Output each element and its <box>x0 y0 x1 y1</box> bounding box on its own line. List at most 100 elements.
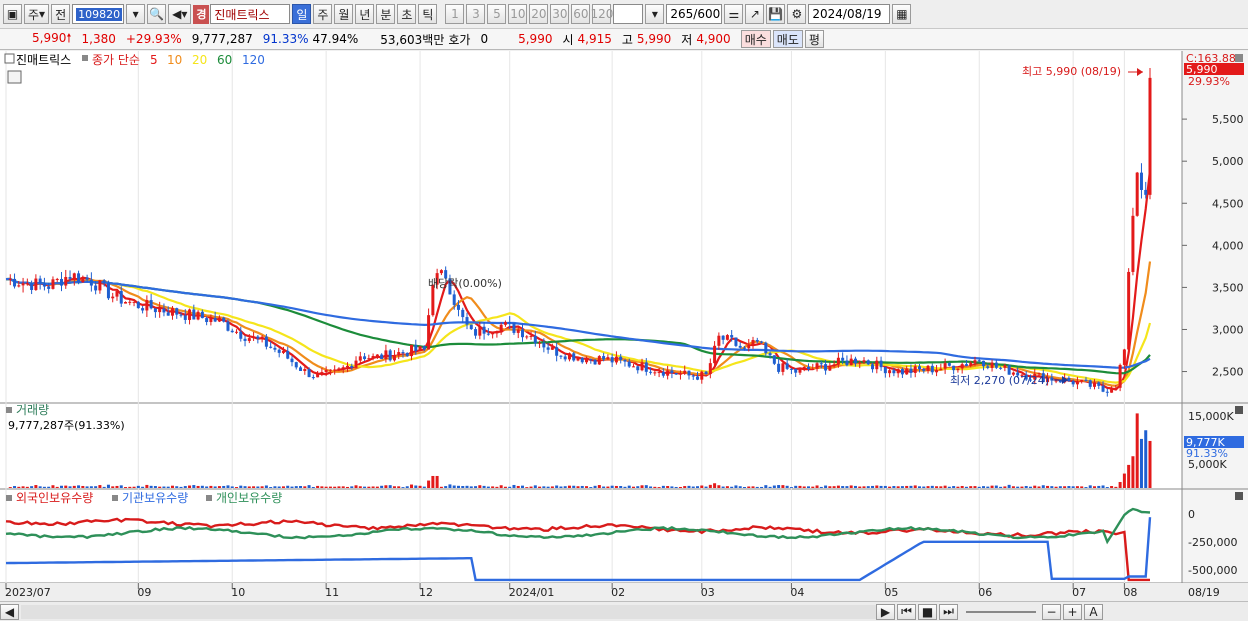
volume-bar <box>768 486 772 488</box>
stock-name-field[interactable]: 진매트릭스 <box>210 4 291 24</box>
candle-body <box>128 301 132 303</box>
scroll-track[interactable] <box>21 604 876 619</box>
stop-icon[interactable]: ■ <box>918 603 937 620</box>
tab-period-3[interactable]: 년 <box>355 4 375 24</box>
avg-button[interactable]: 평 <box>804 30 824 48</box>
candle-body <box>1118 364 1122 388</box>
tab-period-0[interactable]: 일 <box>292 4 312 24</box>
search-icon[interactable]: 🔍 <box>147 4 167 24</box>
tab-period-4[interactable]: 분 <box>376 4 396 24</box>
date-field[interactable]: 2024/08/19 <box>808 4 891 24</box>
up-arrow-icon: 🠕 <box>66 30 72 45</box>
calendar-icon[interactable]: ▦ <box>892 4 912 24</box>
volume-bar <box>30 486 34 488</box>
x-end-label: 08/19 <box>1188 586 1220 599</box>
toolbar: ▣ 주 ▾ 전 109820 ▾ 🔍 ◀▾ 경 진매트릭스 일주월년분초틱 135… <box>0 0 1248 29</box>
volume-bar <box>320 486 324 488</box>
candle-body <box>149 300 153 309</box>
scroll-right-icon[interactable]: ▶ <box>876 603 895 620</box>
speaker-icon[interactable]: ◀▾ <box>168 4 192 24</box>
tab-period-2[interactable]: 월 <box>334 4 354 24</box>
period-dropdown[interactable]: 주 ▾ <box>24 4 50 24</box>
volume-bar <box>1080 486 1084 488</box>
candle-body <box>721 335 725 340</box>
change-value: 1,380 <box>81 32 116 46</box>
interval-3[interactable]: 3 <box>466 4 486 24</box>
first-icon[interactable]: ⏮ <box>897 603 916 620</box>
candle-settings-icon[interactable]: ⚌ <box>724 4 744 24</box>
ma-legend-20: 20 <box>192 53 207 67</box>
volume-bar <box>145 484 149 488</box>
volume-bar <box>128 486 132 488</box>
code-dropdown-icon[interactable]: ▾ <box>126 4 146 24</box>
candle-body <box>59 278 63 286</box>
gear-icon[interactable]: ⚙ <box>787 4 807 24</box>
tab-period-6[interactable]: 틱 <box>418 4 438 24</box>
candle-body <box>337 368 341 370</box>
zoom-out-icon[interactable]: − <box>1042 603 1061 620</box>
holding-tick-label: -250,000 <box>1188 536 1237 549</box>
volume-bar <box>811 486 815 488</box>
zoom-slider[interactable] <box>966 610 1036 613</box>
auto-icon[interactable]: A <box>1084 603 1103 620</box>
stock-code-input[interactable]: 109820 <box>72 4 125 24</box>
volume-panel-title[interactable]: 거래량 <box>16 403 49 417</box>
window-icon[interactable]: ▣ <box>3 4 22 24</box>
chart-area[interactable]: 5,500 5,000 4,500 4,000 3,500 3,000 2,500 2023/… <box>0 51 1248 621</box>
volume-bar <box>482 485 486 488</box>
volume-bar <box>166 486 170 488</box>
sell-button[interactable]: 매도 <box>772 30 803 48</box>
candle-body <box>802 366 806 369</box>
interval-1[interactable]: 1 <box>445 4 465 24</box>
holding-bullet-icon <box>206 495 212 501</box>
table-view-icon[interactable] <box>7 70 22 84</box>
volume-bar <box>200 485 204 488</box>
price-panel-name[interactable]: 진매트릭스 <box>16 53 71 67</box>
draw-tool-icon[interactable]: ↗ <box>745 4 765 24</box>
candle-body <box>166 312 170 316</box>
chevron-down-icon: ▾ <box>39 7 46 21</box>
interval-120[interactable]: 120 <box>590 4 613 24</box>
tab-period-5[interactable]: 초 <box>397 4 417 24</box>
volume-bar <box>375 486 379 488</box>
volume-bar <box>789 487 793 488</box>
volume-bar <box>781 485 785 488</box>
quote-value: 0 <box>480 32 489 46</box>
candle-body <box>512 323 516 333</box>
tab-period-1[interactable]: 주 <box>313 4 333 24</box>
prev-button[interactable]: 전 <box>51 4 71 24</box>
interval-5[interactable]: 5 <box>487 4 507 24</box>
candle-body <box>567 353 571 360</box>
volume-bar <box>644 485 648 488</box>
buy-button[interactable]: 매수 <box>740 30 771 48</box>
interval-20[interactable]: 20 <box>529 4 549 24</box>
candle-body <box>559 355 563 357</box>
candle-body <box>977 360 981 362</box>
candle-body <box>696 376 700 380</box>
interval-dropdown-icon[interactable]: ▾ <box>645 4 665 24</box>
x-tick-label: 12 <box>419 586 433 599</box>
price-tick-label: 5,000 <box>1212 155 1244 168</box>
volume-bar <box>196 485 200 488</box>
volume-bar <box>392 486 396 488</box>
volume-bar <box>153 486 157 488</box>
interval-custom-field[interactable] <box>613 4 644 24</box>
volume-bar <box>905 485 909 488</box>
candle-body <box>42 283 46 287</box>
save-icon[interactable]: 💾 <box>766 4 786 24</box>
interval-10[interactable]: 10 <box>508 4 528 24</box>
count-field[interactable]: 265/600 <box>666 4 723 24</box>
last-icon[interactable]: ⏭ <box>939 603 958 620</box>
price-tick-label: 3,500 <box>1212 281 1244 294</box>
volume-close-icon[interactable] <box>1235 406 1243 414</box>
price-panel-close-icon[interactable] <box>1235 54 1243 62</box>
interval-60[interactable]: 60 <box>571 4 591 24</box>
interval-30[interactable]: 30 <box>550 4 570 24</box>
panel-box-icon[interactable] <box>4 53 15 64</box>
candle-body <box>764 342 768 354</box>
candle-body <box>1105 391 1109 393</box>
holding-close-icon[interactable] <box>1235 492 1243 500</box>
volume-bar <box>824 485 828 488</box>
zoom-in-icon[interactable]: + <box>1063 603 1082 620</box>
scroll-left-icon[interactable]: ◀ <box>0 603 19 620</box>
